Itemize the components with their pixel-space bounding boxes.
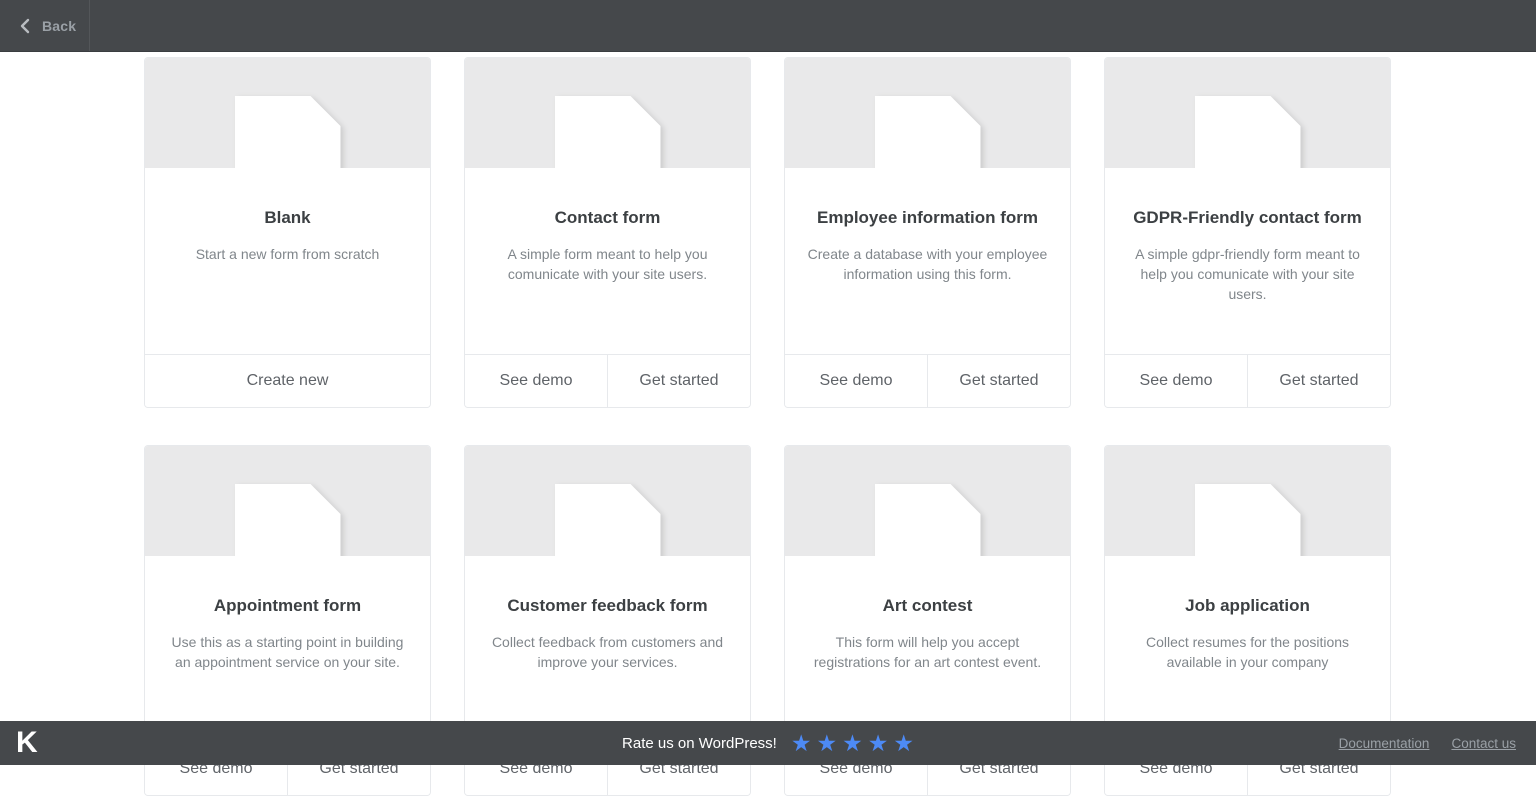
footer-links: Documentation Contact us xyxy=(1339,736,1516,751)
card-body: GDPR-Friendly contact form A simple gdpr… xyxy=(1105,168,1390,354)
documentation-link[interactable]: Documentation xyxy=(1339,736,1430,751)
card-description: A simple form meant to help you comunica… xyxy=(483,244,732,284)
template-thumbnail xyxy=(1105,58,1390,168)
card-description: Create a database with your employee inf… xyxy=(803,244,1052,284)
card-description: Collect resumes for the positions availa… xyxy=(1123,632,1372,672)
paper-sheet-icon xyxy=(875,484,981,556)
bottom-bar: K Rate us on WordPress! ★★★★★ Documentat… xyxy=(0,721,1536,765)
see-demo-button[interactable]: See demo xyxy=(465,355,607,407)
card-body: Blank Start a new form from scratch xyxy=(145,168,430,354)
paper-sheet-icon xyxy=(555,96,661,168)
contact-us-link[interactable]: Contact us xyxy=(1451,736,1516,751)
template-card: GDPR-Friendly contact form A simple gdpr… xyxy=(1104,57,1391,408)
template-thumbnail xyxy=(145,58,430,168)
card-title: Employee information form xyxy=(803,208,1052,228)
template-thumbnail xyxy=(465,446,750,556)
card-title: Customer feedback form xyxy=(483,596,732,616)
card-body: Job application Collect resumes for the … xyxy=(1105,556,1390,742)
card-actions: See demoGet started xyxy=(1105,354,1390,407)
card-actions: See demoGet started xyxy=(465,354,750,407)
back-button[interactable]: Back xyxy=(0,0,90,51)
get-started-button[interactable]: Get started xyxy=(1247,355,1390,407)
top-bar: Back xyxy=(0,0,1536,52)
card-title: Art contest xyxy=(803,596,1052,616)
template-card: Blank Start a new form from scratch Crea… xyxy=(144,57,431,408)
card-title: GDPR-Friendly contact form xyxy=(1123,208,1372,228)
card-body: Employee information form Create a datab… xyxy=(785,168,1070,354)
star-icon[interactable]: ★ xyxy=(868,732,889,755)
card-actions: Create new xyxy=(145,354,430,407)
rating-stars: ★★★★★ xyxy=(791,732,914,755)
card-body: Appointment form Use this as a starting … xyxy=(145,556,430,742)
see-demo-button[interactable]: See demo xyxy=(785,355,927,407)
template-thumbnail xyxy=(785,58,1070,168)
card-description: Collect feedback from customers and impr… xyxy=(483,632,732,672)
template-card: Contact form A simple form meant to help… xyxy=(464,57,751,408)
card-description: A simple gdpr-friendly form meant to hel… xyxy=(1123,244,1372,304)
get-started-button[interactable]: Get started xyxy=(607,355,750,407)
card-body: Contact form A simple form meant to help… xyxy=(465,168,750,354)
star-icon[interactable]: ★ xyxy=(791,732,812,755)
brand-logo: K xyxy=(16,728,38,758)
star-icon[interactable]: ★ xyxy=(816,732,837,755)
paper-sheet-icon xyxy=(235,484,341,556)
paper-sheet-icon xyxy=(1195,484,1301,556)
card-title: Blank xyxy=(163,208,412,228)
rate-us-group: Rate us on WordPress! ★★★★★ xyxy=(622,732,914,755)
card-description: This form will help you accept registrat… xyxy=(803,632,1052,672)
template-thumbnail xyxy=(785,446,1070,556)
template-thumbnail xyxy=(465,58,750,168)
paper-sheet-icon xyxy=(1195,96,1301,168)
template-card: Employee information form Create a datab… xyxy=(784,57,1071,408)
template-grid: Blank Start a new form from scratch Crea… xyxy=(144,57,1536,796)
template-thumbnail xyxy=(145,446,430,556)
get-started-button[interactable]: Get started xyxy=(927,355,1070,407)
paper-sheet-icon xyxy=(555,484,661,556)
card-body: Art contest This form will help you acce… xyxy=(785,556,1070,742)
star-icon[interactable]: ★ xyxy=(893,732,914,755)
back-button-label: Back xyxy=(42,18,76,34)
paper-sheet-icon xyxy=(875,96,981,168)
card-description: Use this as a starting point in building… xyxy=(163,632,412,672)
card-description: Start a new form from scratch xyxy=(163,244,412,264)
star-icon[interactable]: ★ xyxy=(842,732,863,755)
card-actions: See demoGet started xyxy=(785,354,1070,407)
see-demo-button[interactable]: See demo xyxy=(1105,355,1247,407)
card-body: Customer feedback form Collect feedback … xyxy=(465,556,750,742)
chevron-left-icon xyxy=(18,18,32,34)
card-title: Contact form xyxy=(483,208,732,228)
create-new-button[interactable]: Create new xyxy=(145,355,430,407)
card-title: Job application xyxy=(1123,596,1372,616)
rate-us-label: Rate us on WordPress! xyxy=(622,735,777,752)
template-thumbnail xyxy=(1105,446,1390,556)
card-title: Appointment form xyxy=(163,596,412,616)
paper-sheet-icon xyxy=(235,96,341,168)
